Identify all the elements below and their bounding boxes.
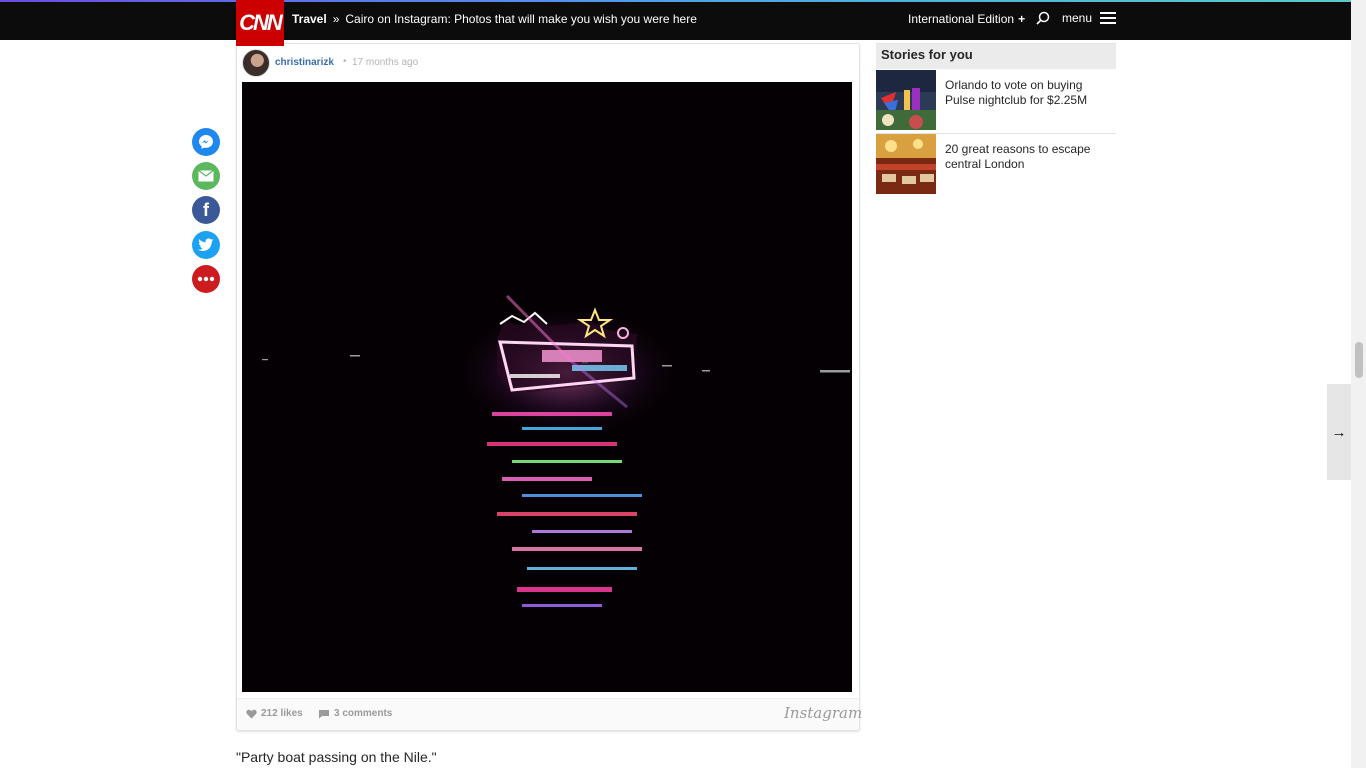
page-scrollbar[interactable] [1351,0,1366,768]
email-share-icon[interactable] [192,162,220,190]
breadcrumb-headline: Cairo on Instagram: Photos that will mak… [345,12,697,26]
avatar[interactable] [242,49,270,77]
party-boat-night-photo [242,82,852,692]
edition-selector[interactable]: International Edition + [908,12,1025,26]
photo-caption: "Party boat passing on the Nile." [236,749,437,765]
hamburger-icon[interactable] [1100,12,1116,24]
story-item[interactable]: Orlando to vote on buying Pulse nightclu… [876,70,1116,130]
edition-plus-icon: + [1018,12,1026,26]
scrollbar-thumb[interactable] [1355,342,1363,378]
menu-button[interactable]: menu [1062,11,1092,25]
meta-separator: • [343,56,347,67]
facebook-share-icon[interactable]: f [192,196,220,224]
instagram-logo[interactable]: Instagram [784,704,862,722]
breadcrumb: Travel » Cairo on Instagram: Photos that w… [292,12,697,26]
likes-label: 212 likes [261,708,303,719]
comments-count[interactable]: 3 comments [318,708,392,719]
story-title[interactable]: 20 great reasons to escape central Londo… [945,142,1110,172]
story-item[interactable]: 20 great reasons to escape central Londo… [876,134,1116,194]
more-share-icon[interactable] [192,265,220,293]
messenger-share-icon[interactable] [192,128,220,156]
post-time[interactable]: 17 months ago [352,57,418,68]
story-title[interactable]: Orlando to vote on buying Pulse nightclu… [945,78,1110,108]
story-thumbnail[interactable] [876,70,936,130]
heart-icon [246,709,257,718]
cnn-logo[interactable]: CNN [236,0,284,46]
breadcrumb-separator: » [332,12,340,26]
edition-label: International Edition [908,12,1015,26]
search-icon[interactable] [1036,11,1050,25]
stories-for-you-heading: Stories for you [876,43,1116,69]
likes-count[interactable]: 212 likes [246,708,303,719]
twitter-share-icon[interactable] [192,231,220,259]
story-thumbnail[interactable] [876,134,936,194]
breadcrumb-section-link[interactable]: Travel [292,12,327,26]
next-gallery-arrow-button[interactable]: → [1327,384,1351,480]
comments-label: 3 comments [334,708,393,719]
instagram-photo[interactable] [242,82,852,692]
instagram-username-link[interactable]: christinarizk [275,57,334,68]
comment-bubble-icon [319,709,329,718]
arrow-right-icon: → [1331,423,1347,441]
